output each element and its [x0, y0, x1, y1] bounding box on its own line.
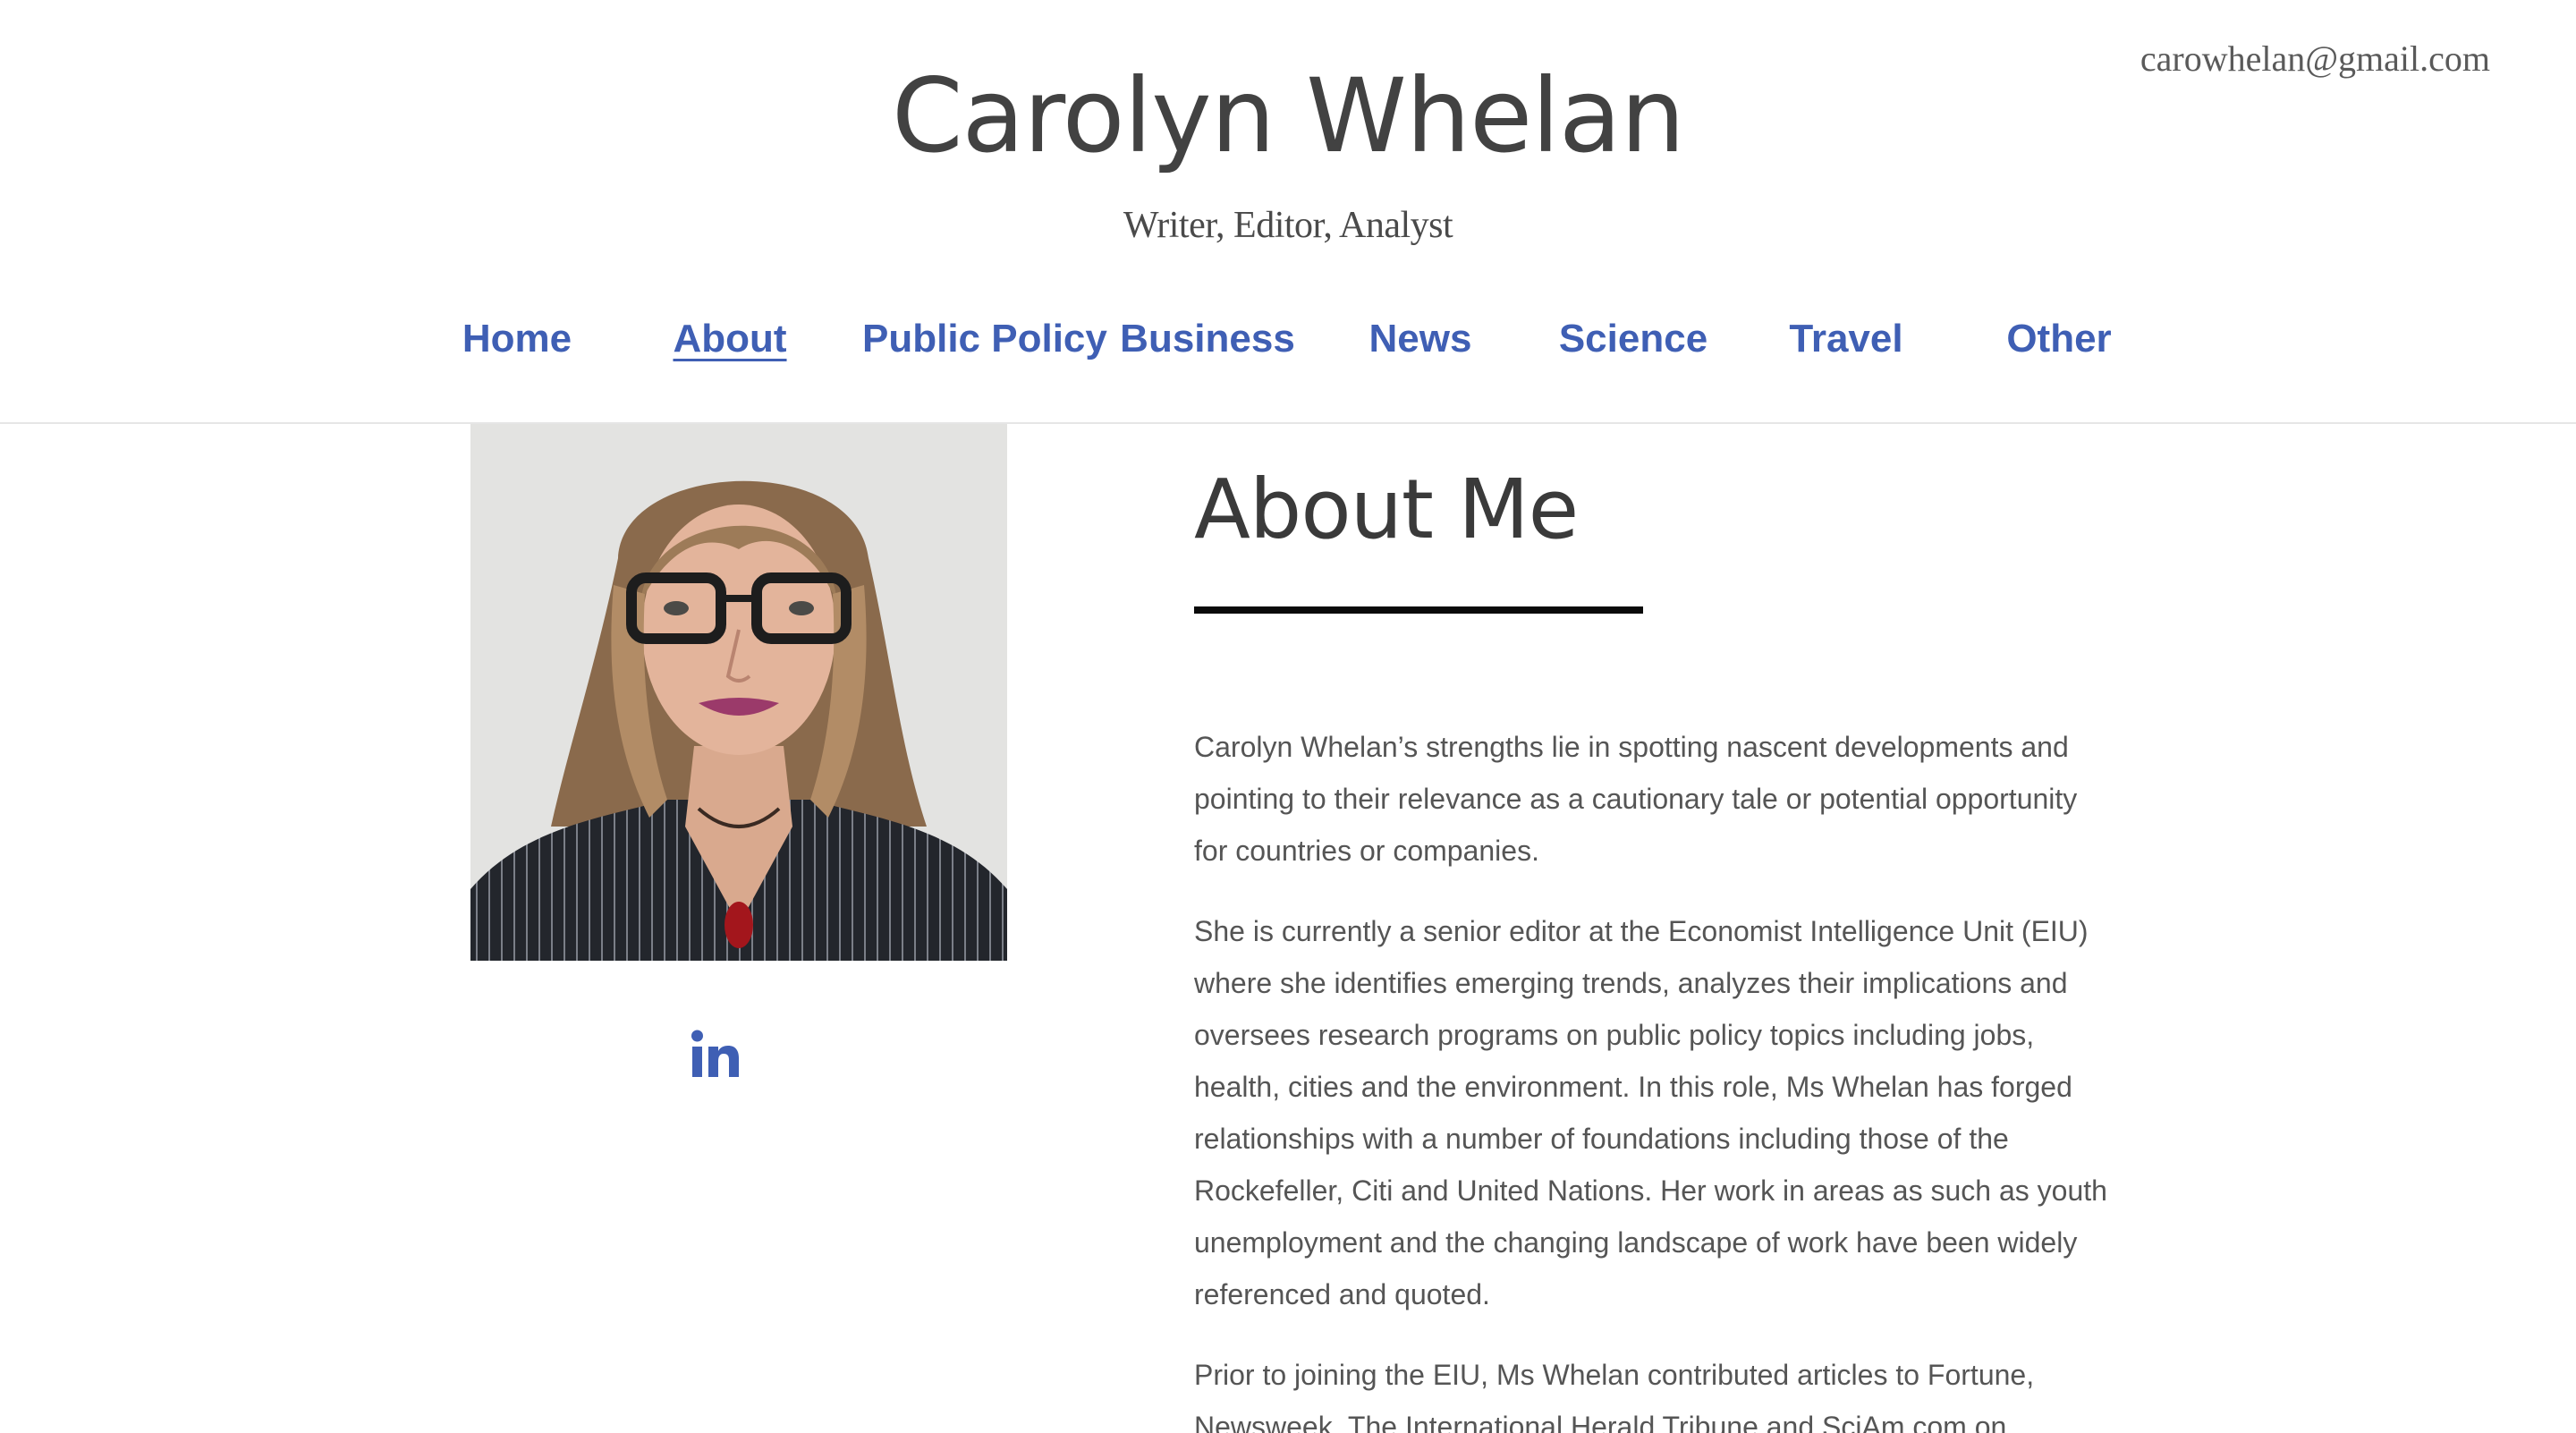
- profile-photo: [470, 424, 1007, 961]
- nav-item-business[interactable]: Business: [1100, 308, 1315, 370]
- about-paragraph-1: Carolyn Whelan’s strengths lie in spotti…: [1194, 731, 2078, 867]
- about-heading: About Me: [1194, 462, 1579, 557]
- nav-item-public-policy[interactable]: Public Policy: [862, 308, 1107, 370]
- nav-item-about[interactable]: About: [623, 308, 837, 370]
- site-tagline: Writer, Editor, Analyst: [1123, 205, 1453, 246]
- header-divider: [0, 422, 2576, 424]
- nav-item-science[interactable]: Science: [1526, 308, 1741, 370]
- about-paragraph-3: Prior to joining the EIU, Ms Whelan cont…: [1194, 1359, 2035, 1433]
- main-nav: Home About Public Policy Business News S…: [0, 308, 2576, 370]
- site-title[interactable]: Carolyn Whelan: [0, 54, 2576, 179]
- nav-item-other[interactable]: Other: [1952, 308, 2166, 370]
- page: carowhelan@gmail.com Carolyn Whelan Writ…: [0, 0, 2576, 1433]
- linkedin-icon[interactable]: [691, 1029, 741, 1079]
- nav-item-news[interactable]: News: [1313, 308, 1528, 370]
- about-body: Carolyn Whelan’s strengths lie in spotti…: [1194, 721, 2115, 1433]
- heading-underline: [1194, 606, 1643, 614]
- nav-item-travel[interactable]: Travel: [1739, 308, 1953, 370]
- nav-item-home[interactable]: Home: [410, 308, 624, 370]
- about-paragraph-2: She is currently a senior editor at the …: [1194, 915, 2107, 1310]
